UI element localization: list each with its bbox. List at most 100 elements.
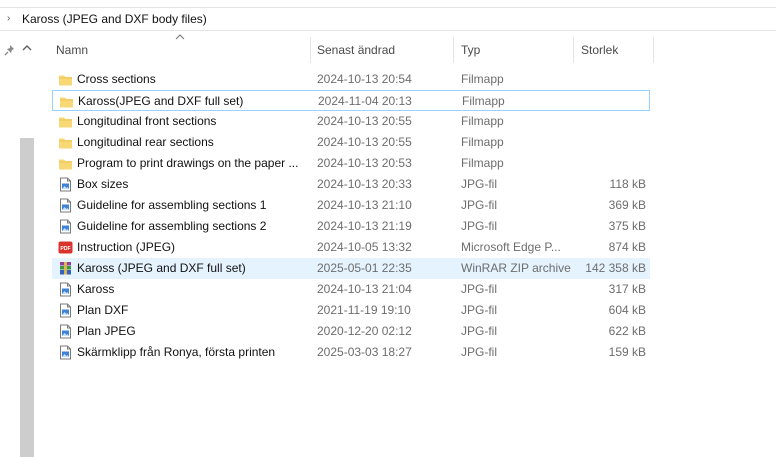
- file-modified-date: 2024-10-13 21:19: [317, 219, 412, 233]
- file-name: Kaross(JPEG and DXF full set): [78, 94, 244, 108]
- file-name: Box sizes: [77, 177, 129, 191]
- folder-icon: [59, 117, 72, 128]
- scroll-up-arrow-icon[interactable]: [21, 42, 33, 54]
- file-row[interactable]: Box sizes 2024-10-13 20:33 JPG-fil 118 kB: [52, 174, 650, 195]
- file-size: [572, 153, 646, 174]
- file-name: Plan DXF: [77, 303, 129, 317]
- file-size: 142 358 kB: [585, 261, 646, 275]
- file-name: Instruction (JPEG): [77, 240, 176, 254]
- image-file-icon: [60, 177, 71, 192]
- file-type: JPG-fil: [461, 219, 497, 233]
- breadcrumb-current-folder[interactable]: Kaross (JPEG and DXF body files): [22, 12, 207, 26]
- file-size: 375 kB: [608, 219, 646, 233]
- file-row[interactable]: Kaross (JPEG and DXF full set) 2025-05-01…: [52, 258, 650, 279]
- file-type: JPG-fil: [461, 282, 497, 296]
- file-modified-date: 2024-10-13 20:55: [317, 114, 412, 128]
- file-modified-date: 2024-10-13 20:54: [317, 72, 412, 86]
- file-modified-date: 2021-11-19 19:10: [317, 303, 411, 317]
- image-file-icon: [60, 282, 71, 297]
- file-size: 317 kB: [608, 282, 646, 296]
- file-type: JPG-fil: [461, 198, 497, 212]
- image-file-icon: [60, 219, 71, 234]
- file-size: [573, 91, 647, 112]
- file-modified-date: 2024-10-13 21:10: [317, 198, 412, 212]
- file-row[interactable]: Guideline for assembling sections 2 2024-…: [52, 216, 650, 237]
- file-size: [572, 111, 646, 132]
- file-name: Longitudinal rear sections: [77, 135, 214, 149]
- file-type: JPG-fil: [461, 345, 497, 359]
- file-row[interactable]: Skärmklipp från Ronya, första printen 202…: [52, 342, 650, 363]
- file-modified-date: 2024-10-05 13:32: [317, 240, 412, 254]
- file-name: Guideline for assembling sections 1: [77, 198, 267, 212]
- file-size: [572, 132, 646, 153]
- folder-icon: [60, 97, 73, 108]
- file-size: 159 kB: [608, 345, 646, 359]
- file-name: Kaross (JPEG and DXF full set): [77, 261, 246, 275]
- column-divider[interactable]: [310, 37, 311, 63]
- image-file-icon: [60, 303, 71, 318]
- file-modified-date: 2024-10-13 20:53: [317, 156, 412, 170]
- file-type: JPG-fil: [461, 303, 497, 317]
- column-divider[interactable]: [573, 37, 574, 63]
- folder-icon: [59, 159, 72, 170]
- file-size: 622 kB: [608, 324, 646, 338]
- file-name: Skärmklipp från Ronya, första printen: [77, 345, 276, 359]
- sort-ascending-icon: [175, 34, 185, 40]
- file-modified-date: 2024-10-13 20:55: [317, 135, 412, 149]
- navigation-pane: [0, 31, 40, 457]
- file-type: Filmapp: [461, 114, 504, 128]
- pdf-icon: PDF: [58, 241, 73, 254]
- file-size: 604 kB: [608, 303, 646, 317]
- file-row[interactable]: PDF Instruction (JPEG) 2024-10-05 13:32 Mic…: [52, 237, 650, 258]
- file-row[interactable]: Kaross(JPEG and DXF full set) 2024-11-04 …: [52, 90, 650, 111]
- column-header-modified[interactable]: Senast ändrad: [317, 37, 395, 63]
- column-header-type[interactable]: Typ: [461, 37, 480, 63]
- file-name: Plan JPEG: [77, 324, 136, 338]
- file-name: Longitudinal front sections: [77, 114, 217, 128]
- file-modified-date: 2025-05-01 22:35: [317, 261, 412, 275]
- column-divider[interactable]: [453, 37, 454, 63]
- file-size: 874 kB: [608, 240, 646, 254]
- image-file-icon: [60, 198, 71, 213]
- column-headers: Namn Senast ändrad Typ Storlek: [48, 34, 658, 63]
- pin-icon[interactable]: [3, 43, 17, 57]
- file-name: Cross sections: [77, 72, 156, 86]
- file-row[interactable]: Plan DXF 2021-11-19 19:10 JPG-fil 604 kB: [52, 300, 650, 321]
- file-size: [572, 69, 646, 90]
- column-divider[interactable]: [653, 37, 654, 63]
- file-row[interactable]: Plan JPEG 2020-12-20 02:12 JPG-fil 622 kB: [52, 321, 650, 342]
- column-header-size[interactable]: Storlek: [581, 37, 618, 63]
- folder-icon: [59, 75, 72, 86]
- file-row[interactable]: Kaross 2024-10-13 21:04 JPG-fil 317 kB: [52, 279, 650, 300]
- file-size: 369 kB: [608, 198, 646, 212]
- file-type: JPG-fil: [461, 324, 497, 338]
- column-header-name[interactable]: Namn: [56, 37, 88, 63]
- file-row[interactable]: Guideline for assembling sections 1 2024-…: [52, 195, 650, 216]
- file-modified-date: 2024-10-13 21:04: [317, 282, 412, 296]
- file-type: WinRAR ZIP archive: [461, 261, 571, 275]
- address-bar: › Kaross (JPEG and DXF body files): [0, 0, 776, 31]
- file-row[interactable]: Longitudinal front sections 2024-10-13 20…: [52, 111, 650, 132]
- file-modified-date: 2025-03-03 18:27: [317, 345, 412, 359]
- winrar-archive-icon: [60, 262, 71, 275]
- file-row[interactable]: Cross sections 2024-10-13 20:54 Filmapp: [52, 69, 650, 90]
- file-type: Filmapp: [461, 72, 504, 86]
- image-file-icon: [60, 324, 71, 339]
- file-modified-date: 2020-12-20 02:12: [317, 324, 412, 338]
- file-type: Filmapp: [462, 94, 505, 108]
- file-name: Kaross: [77, 282, 115, 296]
- file-name: Program to print drawings on the paper .…: [77, 156, 299, 170]
- file-size: 118 kB: [609, 177, 646, 191]
- scrollbar-thumb[interactable]: [20, 138, 34, 457]
- file-modified-date: 2024-10-13 20:33: [317, 177, 412, 191]
- file-type: Microsoft Edge P...: [461, 240, 561, 254]
- breadcrumb-chevron-icon[interactable]: ›: [7, 13, 10, 24]
- file-type: JPG-fil: [461, 177, 497, 191]
- pdf-icon-label: PDF: [60, 246, 70, 252]
- file-row[interactable]: Program to print drawings on the paper .…: [52, 153, 650, 174]
- file-type: Filmapp: [461, 156, 504, 170]
- file-type: Filmapp: [461, 135, 504, 149]
- file-row[interactable]: Longitudinal rear sections 2024-10-13 20:…: [52, 132, 650, 153]
- file-name: Guideline for assembling sections 2: [77, 219, 267, 233]
- file-modified-date: 2024-11-04 20:13: [318, 94, 412, 108]
